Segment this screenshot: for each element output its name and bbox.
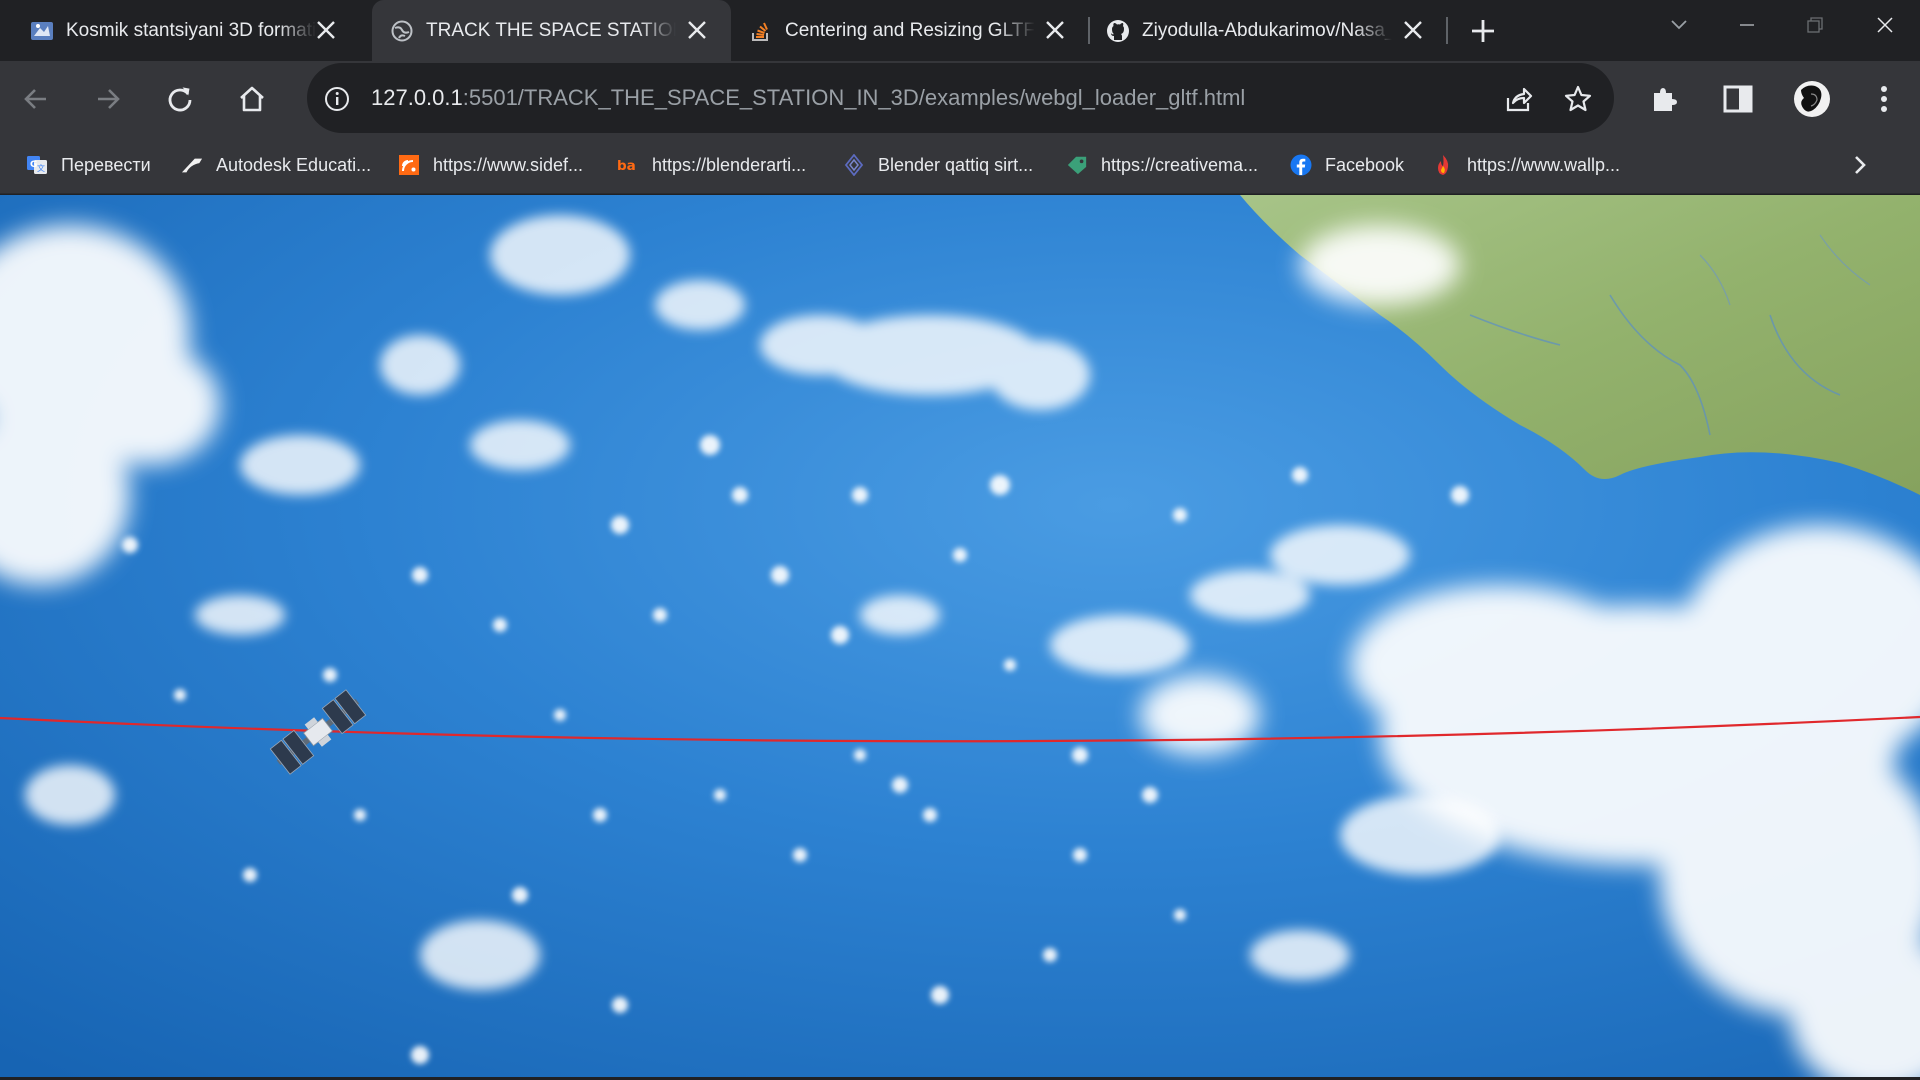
bookmark-label: Autodesk Educati... (216, 154, 372, 175)
share-button[interactable] (1502, 82, 1536, 116)
url-host: 127.0.0.1 (371, 85, 463, 110)
url-path: :5501/TRACK_THE_SPACE_STATION_IN_3D/exam… (462, 85, 1246, 110)
tab-title: Centering and Resizing GLTF m (785, 19, 1035, 41)
bookmark-translate[interactable]: G文 Перевести (26, 150, 151, 180)
earth-view (0, 195, 1920, 1080)
tab-blender[interactable]: Kosmik stantsiyani 3D formatid (0, 0, 360, 61)
minimize-button[interactable] (1724, 8, 1770, 42)
close-tab-icon[interactable] (312, 16, 340, 44)
bookmark-label: https://www.wallp... (1467, 154, 1621, 175)
menu-button[interactable] (1862, 77, 1906, 121)
google-translate-icon: G文 (26, 154, 48, 176)
webgl-canvas[interactable] (0, 195, 1920, 1080)
bookmark-wallpaperflare[interactable]: https://www.wallp... (1432, 150, 1620, 180)
bookmarks-bar: G文 Перевести Autodesk Educati... https:/… (0, 137, 1920, 194)
close-window-button[interactable] (1862, 8, 1908, 42)
address-bar[interactable]: 127.0.0.1:5501/TRACK_THE_SPACE_STATION_I… (307, 63, 1614, 133)
tab-search-icon (1671, 20, 1687, 30)
tab-title: Kosmik stantsiyani 3D formatid (66, 19, 316, 41)
bookmark-blender-hardsurface[interactable]: Blender qattiq sirt... (843, 150, 1033, 180)
bookmark-star-button[interactable] (1561, 82, 1595, 116)
wallpaper-flame-icon (1432, 154, 1454, 176)
tab-stackoverflow[interactable]: Centering and Resizing GLTF m (731, 0, 1089, 61)
bookmark-sidefx[interactable]: https://www.sidef... (398, 150, 583, 180)
bookmark-label: Перевести (61, 154, 151, 175)
svg-text:ba: ba (617, 158, 636, 174)
bookmark-blenderartists[interactable]: ba https://blenderarti... (617, 150, 806, 180)
close-tab-icon[interactable] (1399, 16, 1427, 44)
tab-separator (1446, 17, 1448, 44)
bookmark-creativemarket[interactable]: https://creativema... (1066, 150, 1258, 180)
more-bookmarks-button[interactable] (1844, 149, 1876, 181)
blender-diamond-icon (843, 154, 865, 176)
extensions-button[interactable] (1642, 77, 1686, 121)
chevron-right-icon (1855, 156, 1866, 174)
stackoverflow-icon (749, 19, 773, 43)
home-icon (240, 86, 264, 112)
share-icon (1506, 87, 1533, 112)
bookmark-label: https://www.sidef... (433, 154, 584, 175)
close-tab-icon[interactable] (1041, 16, 1069, 44)
puzzle-icon (1654, 88, 1677, 111)
home-button[interactable] (230, 77, 274, 121)
plus-icon (1472, 20, 1494, 42)
side-panel-button[interactable] (1716, 77, 1760, 121)
bookmark-label: https://creativema... (1101, 154, 1259, 175)
arrow-left-icon (24, 89, 46, 109)
autodesk-icon (181, 154, 203, 176)
tab-track-space-station[interactable]: TRACK THE SPACE STATION IN (372, 0, 731, 61)
restore-button[interactable] (1792, 8, 1838, 42)
reload-icon (168, 87, 192, 112)
forward-button[interactable] (86, 77, 130, 121)
tab-strip: Kosmik stantsiyani 3D formatid TRACK THE… (0, 0, 1920, 61)
bookmark-label: Facebook (1325, 154, 1405, 175)
side-panel-icon (1723, 85, 1753, 113)
minimize-icon (1740, 24, 1754, 26)
facebook-icon (1290, 154, 1312, 176)
creativemarket-icon (1066, 154, 1088, 176)
bookmark-autodesk[interactable]: Autodesk Educati... (181, 150, 371, 180)
svg-text:文: 文 (37, 163, 45, 173)
kebab-menu-icon (1881, 86, 1887, 112)
bookmark-facebook[interactable]: Facebook (1290, 150, 1404, 180)
tab-github[interactable]: Ziyodulla-Abdukarimov/Nasa_ (1089, 0, 1447, 61)
back-button[interactable] (14, 77, 58, 121)
bookmark-label: https://blenderarti... (652, 154, 807, 175)
blenderartists-icon: ba (617, 154, 639, 176)
tab-title: TRACK THE SPACE STATION IN (426, 19, 676, 41)
new-tab-button[interactable] (1466, 14, 1500, 48)
star-icon (1564, 85, 1592, 112)
restore-icon (1807, 17, 1823, 33)
close-icon (1877, 17, 1893, 33)
tab-title: Ziyodulla-Abdukarimov/Nasa_ (1142, 19, 1392, 41)
profile-avatar[interactable] (1790, 77, 1834, 121)
github-icon (1106, 19, 1130, 43)
reload-button[interactable] (158, 77, 202, 121)
close-tab-icon[interactable] (683, 16, 711, 44)
info-icon[interactable] (324, 86, 350, 112)
arrow-right-icon (98, 89, 120, 109)
avatar-icon (1794, 81, 1830, 117)
bookmark-label: Blender qattiq sirt... (878, 154, 1034, 175)
url-text[interactable]: 127.0.0.1:5501/TRACK_THE_SPACE_STATION_I… (371, 83, 1245, 113)
globe-icon (390, 19, 414, 43)
blender-icon (30, 19, 54, 43)
sidefx-icon (398, 154, 420, 176)
tab-search-button[interactable] (1656, 8, 1702, 42)
